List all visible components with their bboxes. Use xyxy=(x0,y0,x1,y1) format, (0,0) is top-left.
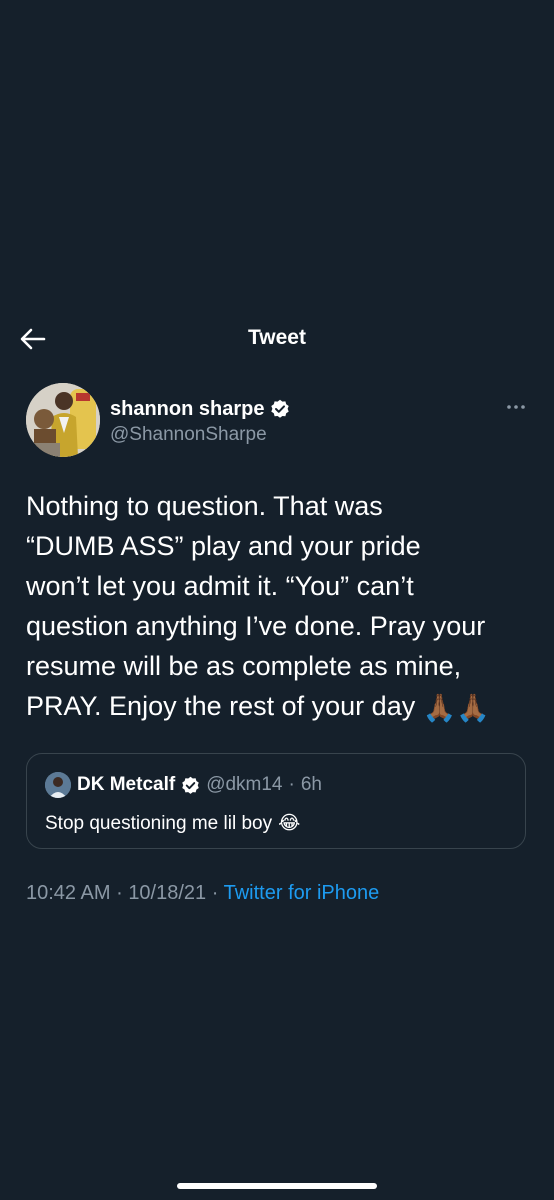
quoted-tweet-card[interactable]: DK Metcalf @dkm14 · 6h Stop questioning … xyxy=(26,753,526,849)
more-options-button[interactable] xyxy=(504,397,528,417)
laughing-emoji: 😂 xyxy=(278,813,301,834)
tweet-text: Nothing to question. That was “DUMB ASS”… xyxy=(26,486,536,728)
meta-separator: · xyxy=(116,882,123,904)
author-display-name[interactable]: shannon sharpe xyxy=(110,398,264,421)
author-handle[interactable]: @ShannonSharpe xyxy=(110,424,290,446)
quoted-tweet-body: Stop questioning me lil boy xyxy=(45,812,273,834)
quoted-tweet-header: DK Metcalf @dkm14 · 6h xyxy=(45,772,322,798)
quoted-avatar-photo xyxy=(45,772,71,798)
quoted-author-handle: @dkm14 xyxy=(206,774,283,795)
quoted-tweet-text: Stop questioning me lil boy 😂 xyxy=(45,812,300,835)
folded-hands-emoji: 🙏🏾🙏🏾 xyxy=(422,692,490,723)
meta-separator: · xyxy=(211,882,219,904)
tweet-meta-row: 10:42 AM · 10/18/21 · Twitter for iPhone xyxy=(26,882,379,905)
verified-badge-icon xyxy=(182,776,199,794)
quoted-tweet-time: 6h xyxy=(300,774,322,795)
tweet-source-link[interactable]: Twitter for iPhone xyxy=(224,882,380,904)
tweet-time: 10:42 AM xyxy=(26,882,111,904)
tweet-body: Nothing to question. That was “DUMB ASS”… xyxy=(26,491,486,721)
avatar-photo xyxy=(26,383,100,457)
author-names: shannon sharpe @ShannonSharpe xyxy=(110,396,290,446)
quoted-author-avatar xyxy=(45,772,71,798)
top-nav-bar: Tweet xyxy=(0,318,554,360)
tweet-author-row: shannon sharpe @ShannonSharpe xyxy=(26,383,536,459)
verified-badge-icon xyxy=(271,399,290,418)
more-horizontal-icon xyxy=(507,405,525,409)
home-indicator[interactable] xyxy=(177,1183,377,1189)
quoted-author-name: DK Metcalf xyxy=(77,774,176,795)
author-avatar[interactable] xyxy=(26,383,100,457)
tweet-date: 10/18/21 xyxy=(128,882,207,904)
meta-separator: · xyxy=(288,774,295,795)
page-title: Tweet xyxy=(248,326,306,349)
